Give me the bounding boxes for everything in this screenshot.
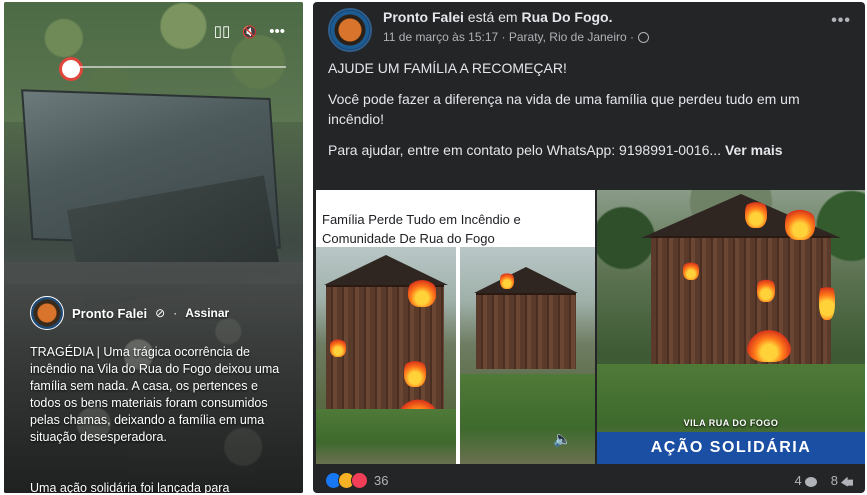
image-headline: Família Perde Tudo em Incêndio e Comunid… bbox=[322, 212, 521, 246]
post-location-link[interactable]: Rua Do Fogo. bbox=[522, 9, 613, 25]
shares-counter[interactable]: 8 bbox=[831, 473, 853, 488]
post-body: AJUDE UM FAMÍLIA A RECOMEÇAR! Você pode … bbox=[328, 58, 853, 171]
comments-counter[interactable]: 4 bbox=[795, 473, 817, 488]
follow-button[interactable]: Assinar bbox=[185, 306, 229, 320]
video-caption: TRAGÉDIA | Uma trágica ocorrência de inc… bbox=[30, 345, 280, 444]
post-image-collage[interactable]: Família Perde Tudo em Incêndio e Comunid… bbox=[316, 190, 595, 464]
video-watermark-icon bbox=[59, 57, 83, 81]
video-author-name[interactable]: Pronto Falei bbox=[72, 306, 147, 321]
video-player[interactable]: ▯▯ 🔇 ••• Pronto Falei ⊘ · Assinar TRAGÉD… bbox=[4, 2, 303, 493]
screenshot: ▯▯ 🔇 ••• Pronto Falei ⊘ · Assinar TRAGÉD… bbox=[0, 0, 867, 495]
post-at-text: está em bbox=[467, 9, 518, 25]
burning-house-photo bbox=[316, 247, 456, 464]
video-progress-bar[interactable] bbox=[64, 66, 286, 68]
video-controls: ▯▯ 🔇 ••• bbox=[214, 24, 285, 40]
reactions-count[interactable]: 36 bbox=[374, 473, 388, 488]
image-caption-small: VILA RUA DO FOGO bbox=[683, 418, 779, 428]
reactions-bar: 36 4 8 bbox=[313, 468, 865, 493]
avatar[interactable] bbox=[328, 8, 372, 52]
globe-icon bbox=[638, 31, 650, 43]
video-progress-fill bbox=[64, 66, 69, 68]
comment-icon bbox=[804, 476, 817, 487]
love-icon bbox=[351, 472, 368, 489]
video-caption-continued: Uma ação solidária foi lançada para bbox=[30, 481, 230, 493]
see-more-link[interactable]: Ver mais bbox=[725, 142, 783, 158]
burning-house-photo bbox=[460, 247, 595, 464]
post-paragraph: Você pode fazer a diferença na vida de u… bbox=[328, 91, 800, 127]
post-paragraph-text: Para ajudar, entre em contato pelo Whats… bbox=[328, 142, 722, 158]
more-options-icon[interactable]: ••• bbox=[269, 24, 285, 40]
post-timestamp[interactable]: 11 de março às 15:17 · Paraty, Rio de Ja… bbox=[383, 30, 634, 44]
captions-icon[interactable]: ▯▯ bbox=[214, 24, 231, 40]
shares-count: 8 bbox=[830, 473, 838, 488]
post-options-icon[interactable]: ••• bbox=[831, 12, 851, 30]
video-author: Pronto Falei ⊘ · Assinar bbox=[30, 296, 229, 330]
engagement-counts: 4 8 bbox=[795, 473, 853, 488]
post-title: Pronto Falei está em Rua Do Fogo. bbox=[383, 9, 649, 25]
verified-icon: ⊘ bbox=[155, 306, 166, 320]
post-author-link[interactable]: Pronto Falei bbox=[383, 9, 464, 25]
image-banner: AÇÃO SOLIDÁRIA bbox=[597, 432, 865, 464]
audio-icon[interactable]: 🔈 bbox=[553, 430, 572, 448]
separator-dot: · bbox=[173, 306, 178, 320]
avatar[interactable] bbox=[30, 296, 64, 330]
feed-post: Pronto Falei está em Rua Do Fogo. 11 de … bbox=[313, 2, 865, 493]
post-header: Pronto Falei está em Rua Do Fogo. 11 de … bbox=[383, 9, 650, 44]
post-paragraph: Para ajudar, entre em contato pelo Whats… bbox=[328, 140, 853, 160]
post-image-main[interactable]: VILA RUA DO FOGO AÇÃO SOLIDÁRIA bbox=[597, 190, 865, 464]
share-icon bbox=[841, 476, 853, 487]
comments-count: 4 bbox=[794, 473, 802, 488]
volume-icon[interactable]: 🔇 bbox=[242, 24, 257, 40]
post-paragraph: AJUDE UM FAMÍLIA A RECOMEÇAR! bbox=[328, 60, 567, 76]
post-meta: 11 de março às 15:17 · Paraty, Rio de Ja… bbox=[383, 30, 650, 44]
